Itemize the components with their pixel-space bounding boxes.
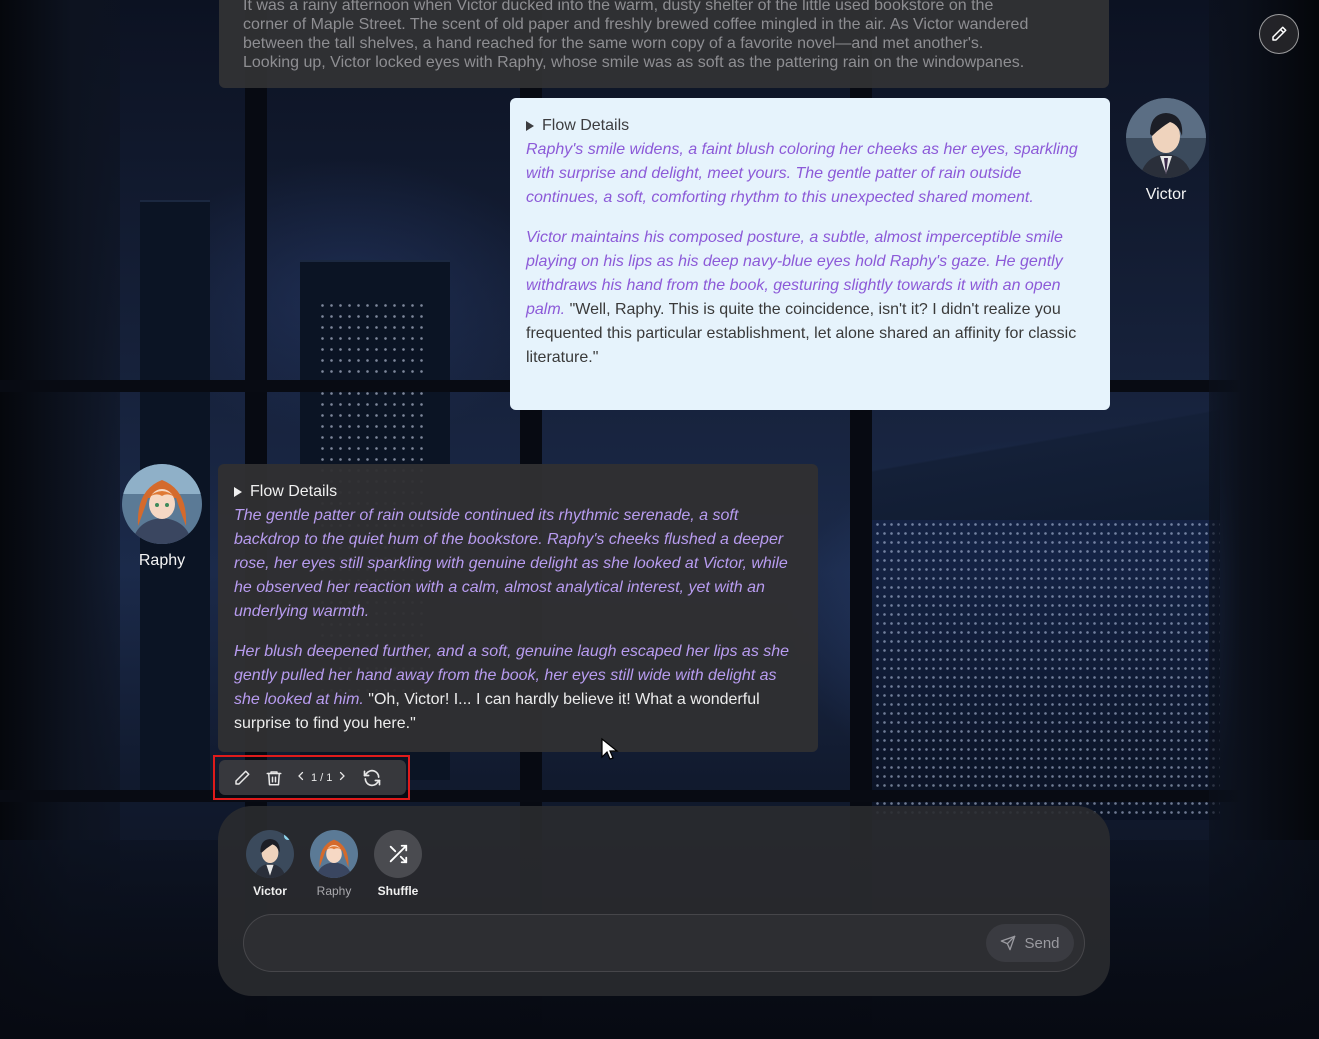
chevron-right-icon <box>340 771 346 781</box>
victor-avatar-small <box>246 830 294 878</box>
raphy-avatar-small <box>310 830 358 878</box>
character-label: Shuffle <box>377 884 419 898</box>
background-city-lights <box>860 520 1220 820</box>
background-beam <box>0 790 1319 802</box>
message-input[interactable] <box>264 925 964 961</box>
raphy-avatar[interactable] <box>122 464 202 544</box>
message-composer: Victor Raphy Shuffle Send <box>218 806 1110 996</box>
edit-message-button[interactable] <box>233 769 251 787</box>
pencil-icon <box>1272 26 1287 41</box>
flow-details-toggle[interactable]: Flow Details <box>526 114 1094 138</box>
raphy-name-label: Raphy <box>138 552 186 569</box>
victor-name-label: Victor <box>1145 186 1187 203</box>
victor-message-bubble: Flow Details Raphy's smile widens, a fai… <box>510 98 1110 410</box>
character-raphy[interactable]: Raphy <box>310 830 358 898</box>
character-shuffle[interactable]: Shuffle <box>374 830 422 898</box>
send-label: Send <box>1024 934 1060 952</box>
refresh-icon <box>364 769 381 786</box>
disclosure-triangle-icon <box>526 121 534 131</box>
previous-message: It was a rainy afternoon when Victor duc… <box>219 0 1109 88</box>
message-paragraph: Her blush deepened further, and a soft, … <box>234 640 802 736</box>
previous-message-line: between the tall shelves, a hand reached… <box>243 35 984 52</box>
victor-avatar[interactable] <box>1126 98 1206 178</box>
background-hills <box>870 400 1220 540</box>
message-toolbar: 1 / 1 <box>219 760 406 795</box>
flow-details-label: Flow Details <box>250 483 338 500</box>
chevron-left-icon <box>298 771 304 781</box>
active-status-dot <box>284 832 292 840</box>
previous-message-line: It was a rainy afternoon when Victor duc… <box>243 0 994 14</box>
pencil-icon <box>235 770 250 785</box>
message-speech-text: "Well, Raphy. This is quite the coincide… <box>526 301 1077 366</box>
message-paragraph: Victor maintains his composed posture, a… <box>526 226 1094 370</box>
character-label: Raphy <box>316 884 352 898</box>
previous-message-line: corner of Maple Street. The scent of old… <box>243 16 1029 33</box>
send-icon <box>1001 935 1016 951</box>
pager-count: 1 / 1 <box>311 771 333 784</box>
edit-scene-button[interactable] <box>1259 14 1299 54</box>
send-button[interactable]: Send <box>986 924 1074 962</box>
message-action-text: The gentle patter of rain outside contin… <box>234 507 788 620</box>
previous-message-line: Looking up, Victor locked eyes with Raph… <box>243 54 1025 71</box>
character-victor[interactable]: Victor <box>246 830 294 898</box>
disclosure-triangle-icon <box>234 487 242 497</box>
flow-details-toggle[interactable]: Flow Details <box>234 480 802 504</box>
message-pager: 1 / 1 <box>295 770 348 785</box>
delete-message-button[interactable] <box>265 769 283 787</box>
next-version-button[interactable] <box>336 770 348 785</box>
shuffle-button[interactable] <box>374 830 422 878</box>
mouse-cursor-icon <box>600 737 624 766</box>
regenerate-button[interactable] <box>362 768 382 788</box>
flow-details-label: Flow Details <box>542 117 630 134</box>
shuffle-icon <box>389 844 408 864</box>
raphy-message-bubble: Flow Details The gentle patter of rain o… <box>218 464 818 752</box>
message-action-text: Raphy's smile widens, a faint blush colo… <box>526 141 1078 206</box>
message-input-wrapper: Send <box>243 914 1085 972</box>
prev-version-button[interactable] <box>295 770 307 785</box>
character-selector: Victor Raphy Shuffle <box>246 830 422 898</box>
trash-icon <box>266 770 282 785</box>
character-label: Victor <box>253 884 287 898</box>
